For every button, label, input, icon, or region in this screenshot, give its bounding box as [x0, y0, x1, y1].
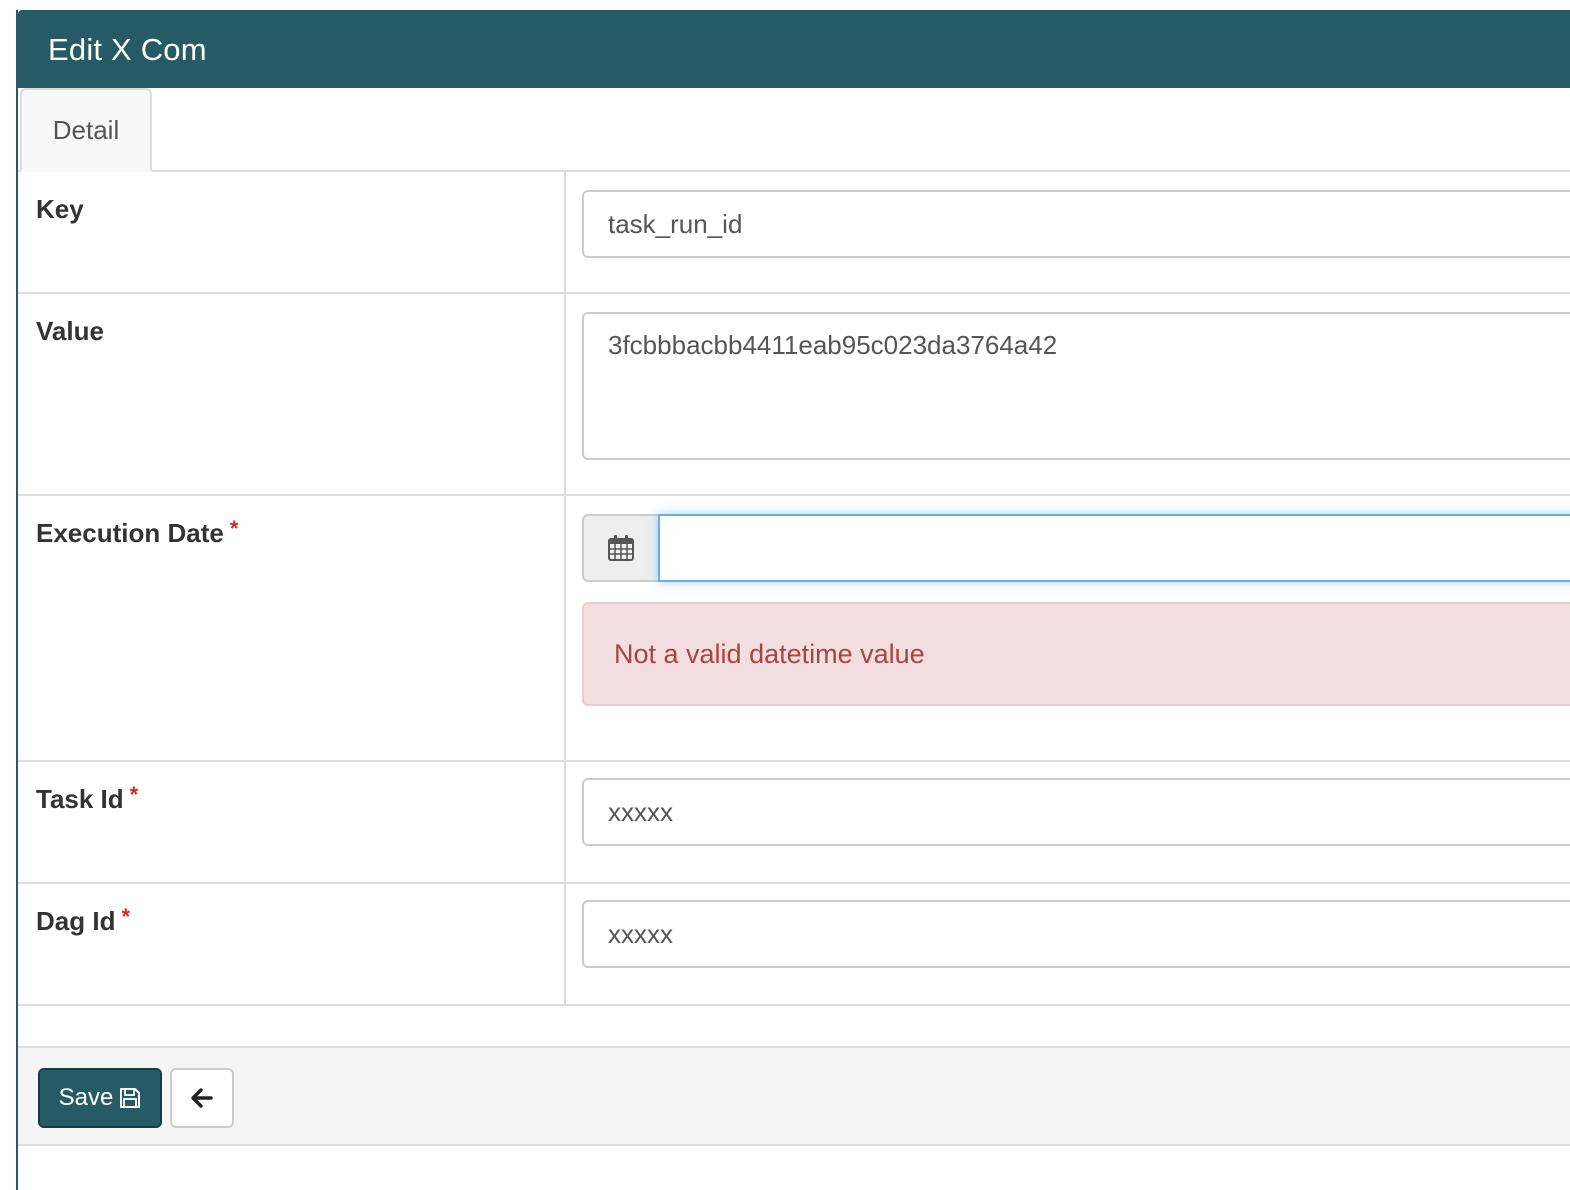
dag-id-input[interactable]: xxxxx [582, 900, 1570, 968]
value-label: Value [36, 316, 104, 346]
form-row-value: Value 3fcbbbacbb4411eab95c023da3764a42 [18, 294, 1570, 496]
dag-id-label-text: Dag Id [36, 906, 116, 936]
panel-header: Edit X Com [18, 10, 1570, 88]
required-marker: * [129, 782, 139, 807]
dag-id-label: Dag Id * [36, 904, 131, 937]
task-id-input-value: xxxxx [608, 796, 673, 827]
label-cell: Task Id * [18, 762, 566, 882]
form-row-key: Key task_run_id [18, 172, 1570, 294]
task-id-input[interactable]: xxxxx [582, 778, 1570, 846]
value-textarea-text: 3fcbbbacbb4411eab95c023da3764a42 [608, 330, 1058, 360]
value-textarea[interactable]: 3fcbbbacbb4411eab95c023da3764a42 [582, 312, 1570, 460]
form-row-execution-date: Execution Date * Not a valid datetime va… [18, 496, 1570, 762]
form-row-task-id: Task Id * xxxxx [18, 762, 1570, 884]
task-id-label: Task Id * [36, 782, 139, 815]
form-row-dag-id: Dag Id * xxxxx [18, 884, 1570, 1006]
key-label: Key [36, 194, 84, 224]
execution-date-input[interactable] [658, 514, 1570, 582]
save-button-label: Save [58, 1084, 114, 1111]
key-input[interactable]: task_run_id [582, 190, 1570, 258]
back-button[interactable] [170, 1068, 234, 1128]
calendar-addon[interactable] [582, 514, 660, 582]
form-footer: Save [18, 1046, 1570, 1146]
execution-date-error: Not a valid datetime value [582, 602, 1570, 706]
execution-date-input-group [582, 514, 1570, 582]
label-cell: Value [18, 294, 566, 494]
execution-date-label-text: Execution Date [36, 518, 224, 548]
save-button[interactable]: Save [38, 1068, 162, 1128]
label-cell: Dag Id * [18, 884, 566, 1004]
required-marker: * [121, 904, 131, 929]
calendar-icon [608, 535, 634, 561]
dag-id-input-value: xxxxx [608, 918, 673, 949]
required-marker: * [229, 516, 239, 541]
label-cell: Execution Date * [18, 496, 566, 760]
tab-detail[interactable]: Detail [20, 88, 152, 172]
label-cell: Key [18, 172, 566, 292]
arrow-left-icon [191, 1088, 213, 1108]
key-input-value: task_run_id [608, 208, 743, 239]
tab-bar: Detail [18, 88, 1570, 172]
execution-date-label: Execution Date * [36, 516, 239, 549]
floppy-disk-icon [120, 1088, 141, 1108]
task-id-label-text: Task Id [36, 784, 124, 814]
page-title: Edit X Com [48, 32, 207, 67]
edit-xcom-panel: Edit X Com Detail Key task_run_id Value … [16, 10, 1570, 1190]
